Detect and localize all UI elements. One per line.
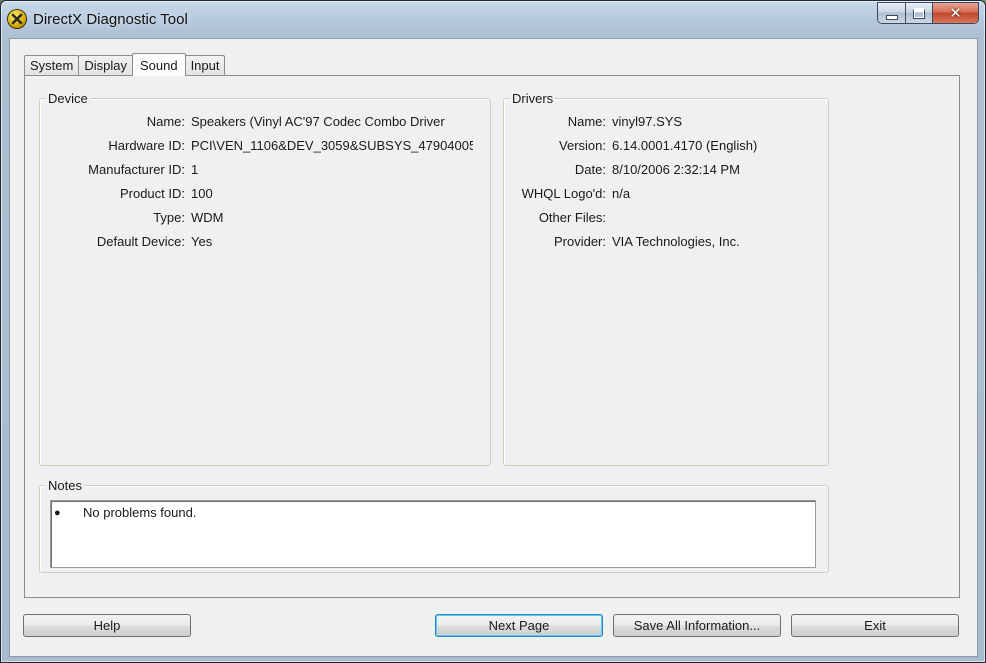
drivers-group: Drivers Name: vinyl97.SYS Version: 6.14.… <box>503 91 829 466</box>
driver-row-version: Version: 6.14.0001.4170 (English) <box>504 138 757 153</box>
device-row-default-device: Default Device: Yes <box>40 234 212 249</box>
client-area: System Display Sound Input Device Name: … <box>9 38 978 657</box>
tab-system[interactable]: System <box>24 55 80 75</box>
next-page-button[interactable]: Next Page <box>435 614 603 637</box>
whql-label: WHQL Logo'd: <box>521 186 606 201</box>
hardware-id-value: PCI\VEN_1106&DEV_3059&SUBSYS_47904005&R <box>191 138 473 153</box>
device-group: Device Name: Speakers (Vinyl AC'97 Codec… <box>39 91 491 466</box>
close-icon: ✕ <box>949 3 962 22</box>
device-row-name: Name: Speakers (Vinyl AC'97 Codec Combo … <box>40 114 445 129</box>
note-item: No problems found. <box>83 505 197 520</box>
manufacturer-id-value: 1 <box>191 162 199 177</box>
provider-label: Provider: <box>553 234 606 249</box>
help-button[interactable]: Help <box>23 614 191 637</box>
hardware-id-label: Hardware ID: <box>108 138 185 153</box>
manufacturer-id-label: Manufacturer ID: <box>88 162 185 177</box>
device-name-label: Name: <box>146 114 185 129</box>
device-row-type: Type: WDM <box>40 210 224 225</box>
default-device-value: Yes <box>191 234 213 249</box>
notes-textbox[interactable]: ● No problems found. <box>50 500 816 568</box>
sound-tab-page: Device Name: Speakers (Vinyl AC'97 Codec… <box>24 75 960 598</box>
directx-icon <box>8 10 26 28</box>
tab-strip: System Display Sound Input <box>24 53 226 76</box>
minimize-icon <box>885 14 898 20</box>
product-id-value: 100 <box>191 186 213 201</box>
window-title: DirectX Diagnostic Tool <box>33 11 188 28</box>
drivers-group-title: Drivers <box>510 91 556 106</box>
driver-row-whql: WHQL Logo'd: n/a <box>504 186 630 201</box>
title-bar[interactable]: DirectX Diagnostic Tool ✕ <box>1 1 985 37</box>
maximize-button[interactable] <box>906 3 933 23</box>
driver-version-label: Version: <box>559 138 606 153</box>
device-row-manufacturer-id: Manufacturer ID: 1 <box>40 162 198 177</box>
type-label: Type: <box>153 210 185 225</box>
driver-version-value: 6.14.0001.4170 (English) <box>612 138 758 153</box>
product-id-label: Product ID: <box>119 186 185 201</box>
minimize-button[interactable] <box>878 3 906 23</box>
close-button[interactable]: ✕ <box>933 3 978 23</box>
tab-display[interactable]: Display <box>78 55 133 75</box>
driver-row-name: Name: vinyl97.SYS <box>504 114 682 129</box>
provider-value: VIA Technologies, Inc. <box>612 234 740 249</box>
driver-date-label: Date: <box>574 162 606 177</box>
notes-group: Notes ● No problems found. <box>39 478 829 573</box>
device-group-title: Device <box>46 91 90 106</box>
default-device-label: Default Device: <box>96 234 185 249</box>
driver-row-date: Date: 8/10/2006 2:32:14 PM <box>504 162 740 177</box>
driver-date-value: 8/10/2006 2:32:14 PM <box>612 162 740 177</box>
caption-buttons: ✕ <box>877 2 979 24</box>
dxdiag-window: DirectX Diagnostic Tool ✕ System Display… <box>0 0 986 663</box>
driver-name-value: vinyl97.SYS <box>612 114 683 129</box>
driver-row-other-files: Other Files: <box>504 210 612 225</box>
driver-row-provider: Provider: VIA Technologies, Inc. <box>504 234 740 249</box>
notes-group-title: Notes <box>46 478 84 493</box>
driver-name-label: Name: <box>567 114 606 129</box>
tab-sound[interactable]: Sound <box>131 53 186 76</box>
whql-value: n/a <box>612 186 631 201</box>
exit-button[interactable]: Exit <box>791 614 959 637</box>
save-all-information-button[interactable]: Save All Information... <box>613 614 781 637</box>
device-row-product-id: Product ID: 100 <box>40 186 213 201</box>
tab-input[interactable]: Input <box>184 55 226 75</box>
maximize-icon <box>913 7 925 19</box>
bullet-icon: ● <box>54 507 61 519</box>
type-value: WDM <box>191 210 224 225</box>
other-files-label: Other Files: <box>538 210 606 225</box>
device-row-hardware-id: Hardware ID: PCI\VEN_1106&DEV_3059&SUBSY… <box>40 138 473 153</box>
device-name-value: Speakers (Vinyl AC'97 Codec Combo Driver <box>191 114 445 129</box>
